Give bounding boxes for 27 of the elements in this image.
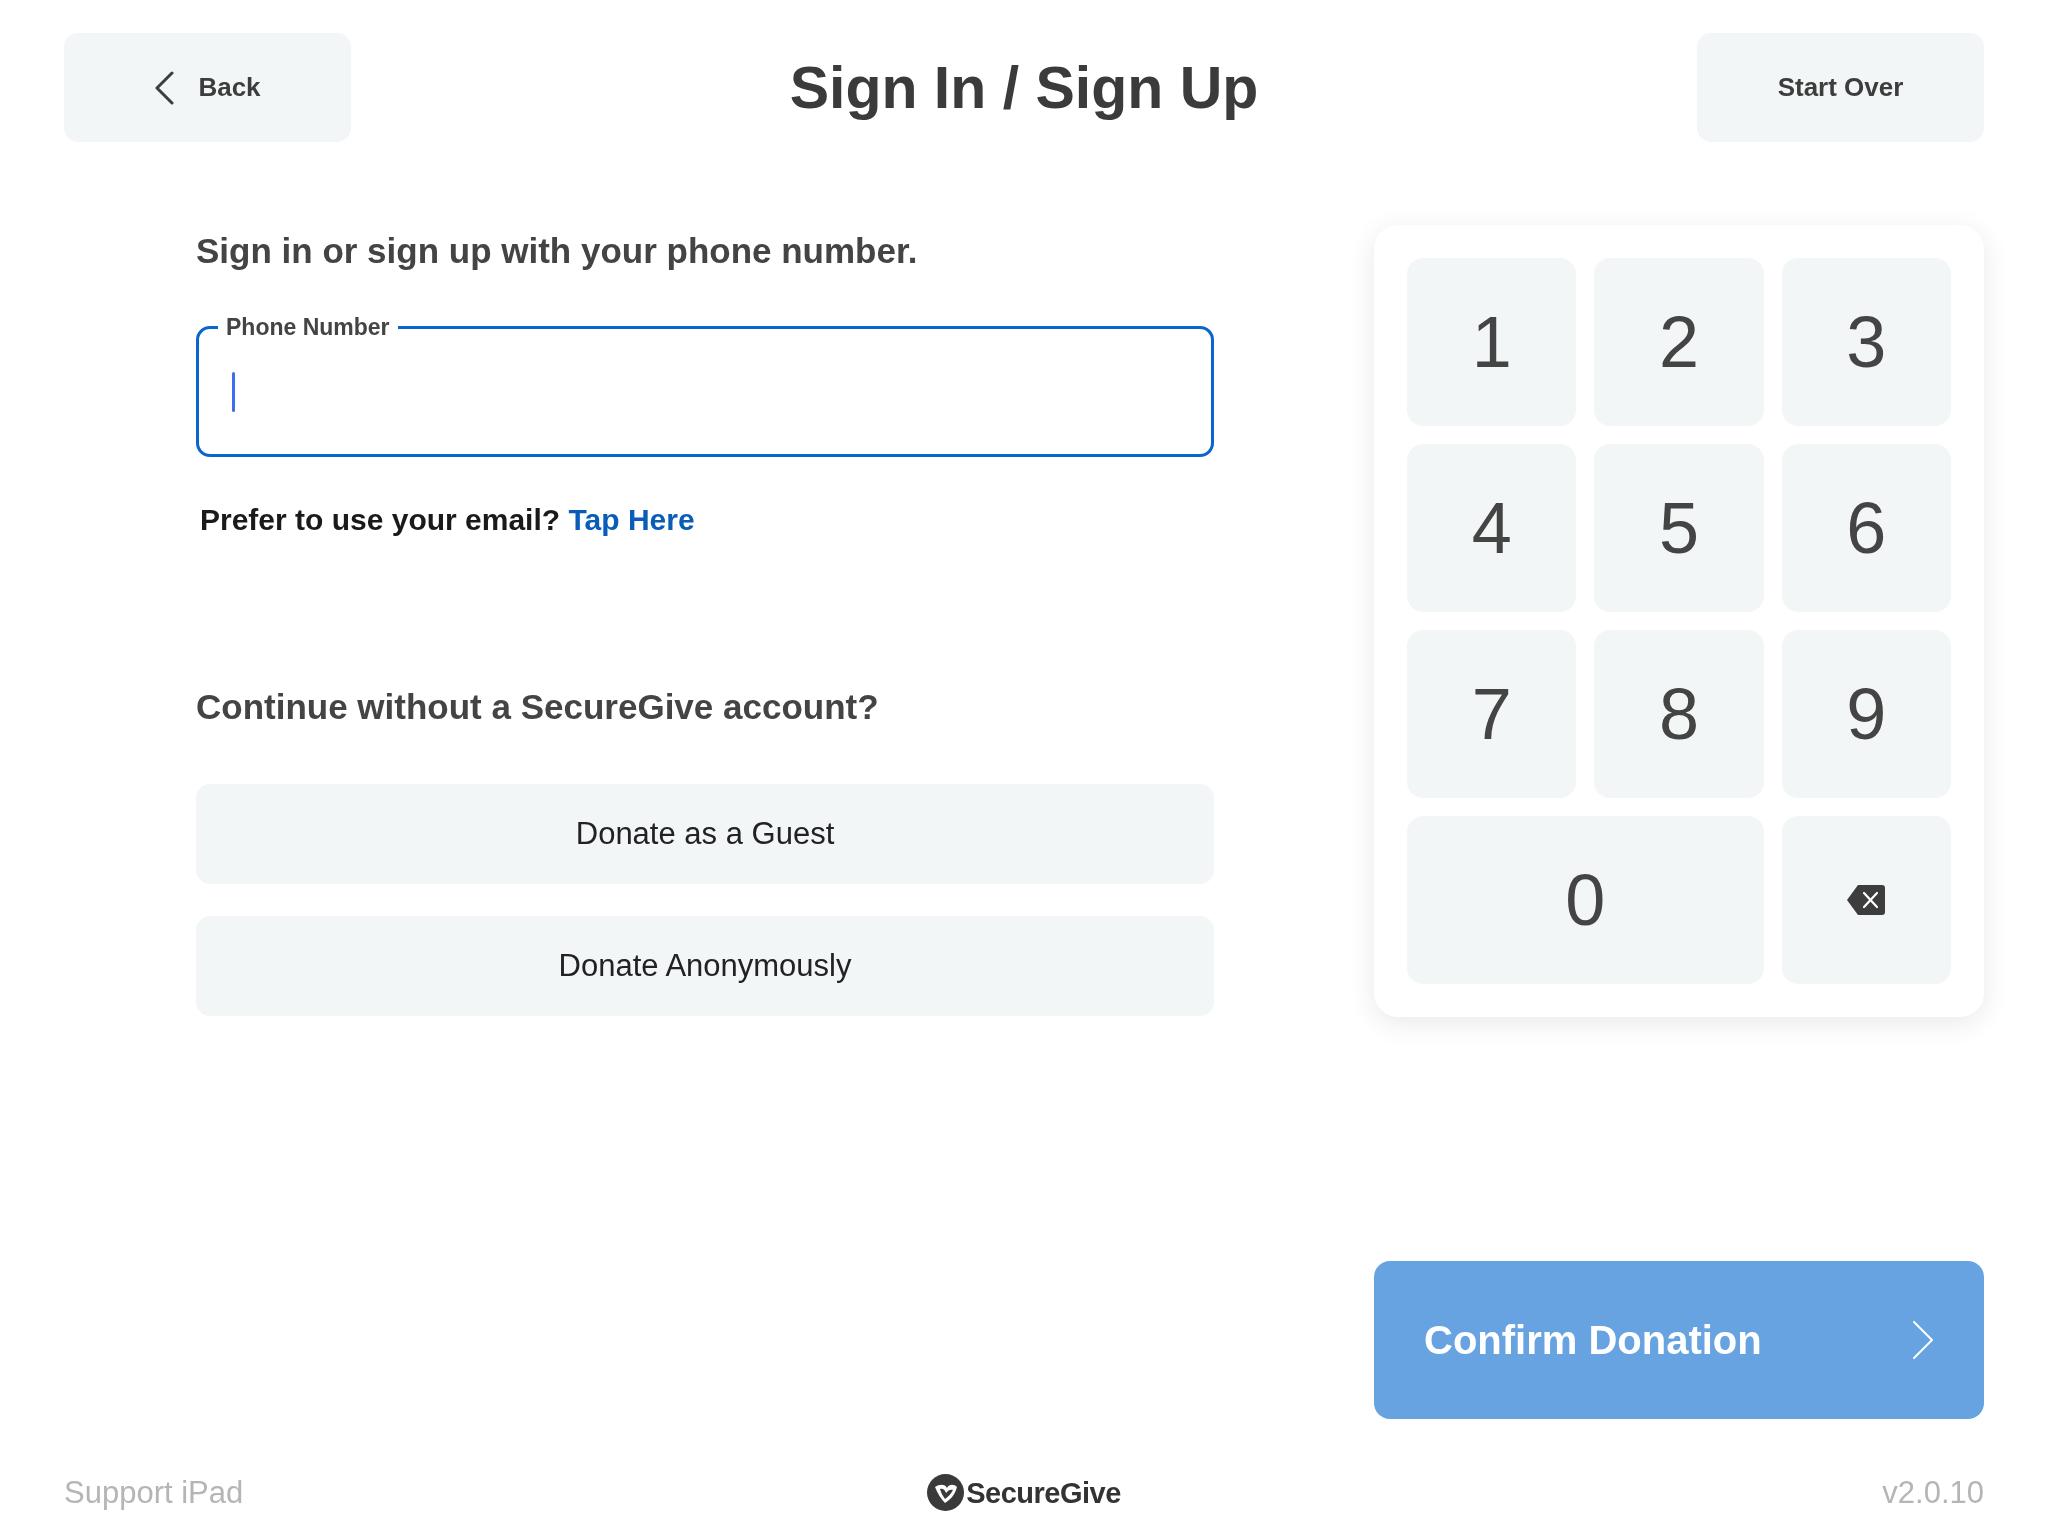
back-button[interactable]: Back [64,33,351,142]
tap-here-link[interactable]: Tap Here [568,503,695,536]
backspace-icon [1847,885,1886,915]
logo-wordmark: SecureGive [966,1475,1121,1511]
keypad-key[interactable]: 1 [1407,258,1577,426]
text-cursor-icon [232,371,235,412]
section-heading: Continue without a SecureGive account? [196,687,880,727]
chevron-right-icon [1912,1320,1934,1360]
keypad-key[interactable]: 4 [1407,444,1577,612]
donate-option-button[interactable]: Donate as a Guest [196,784,1214,884]
keypad-key[interactable]: 5 [1594,444,1764,612]
section-heading: Sign in or sign up with your phone number. [196,231,919,271]
keypad-key[interactable]: 3 [1781,258,1951,426]
keypad-key[interactable]: 2 [1594,258,1764,426]
version-label: v2.0.10 [1882,1474,1984,1511]
keypad-key[interactable]: 8 [1594,630,1764,798]
keypad-key[interactable]: 9 [1781,630,1951,798]
keypad-key[interactable]: 7 [1407,630,1577,798]
keypad-key[interactable]: 6 [1781,444,1951,612]
backspace-key[interactable] [1781,816,1951,984]
logo-icon [927,1474,965,1511]
donate-option-button[interactable]: Donate Anonymously [196,916,1214,1016]
email-prompt: Prefer to use your email? Tap Here [199,502,696,538]
keypad-key[interactable]: 0 [1407,816,1764,984]
start-over-button[interactable]: Start Over [1697,33,1984,142]
page-title: Sign In / Sign Up [789,53,1259,122]
chevron-left-icon [154,70,175,105]
